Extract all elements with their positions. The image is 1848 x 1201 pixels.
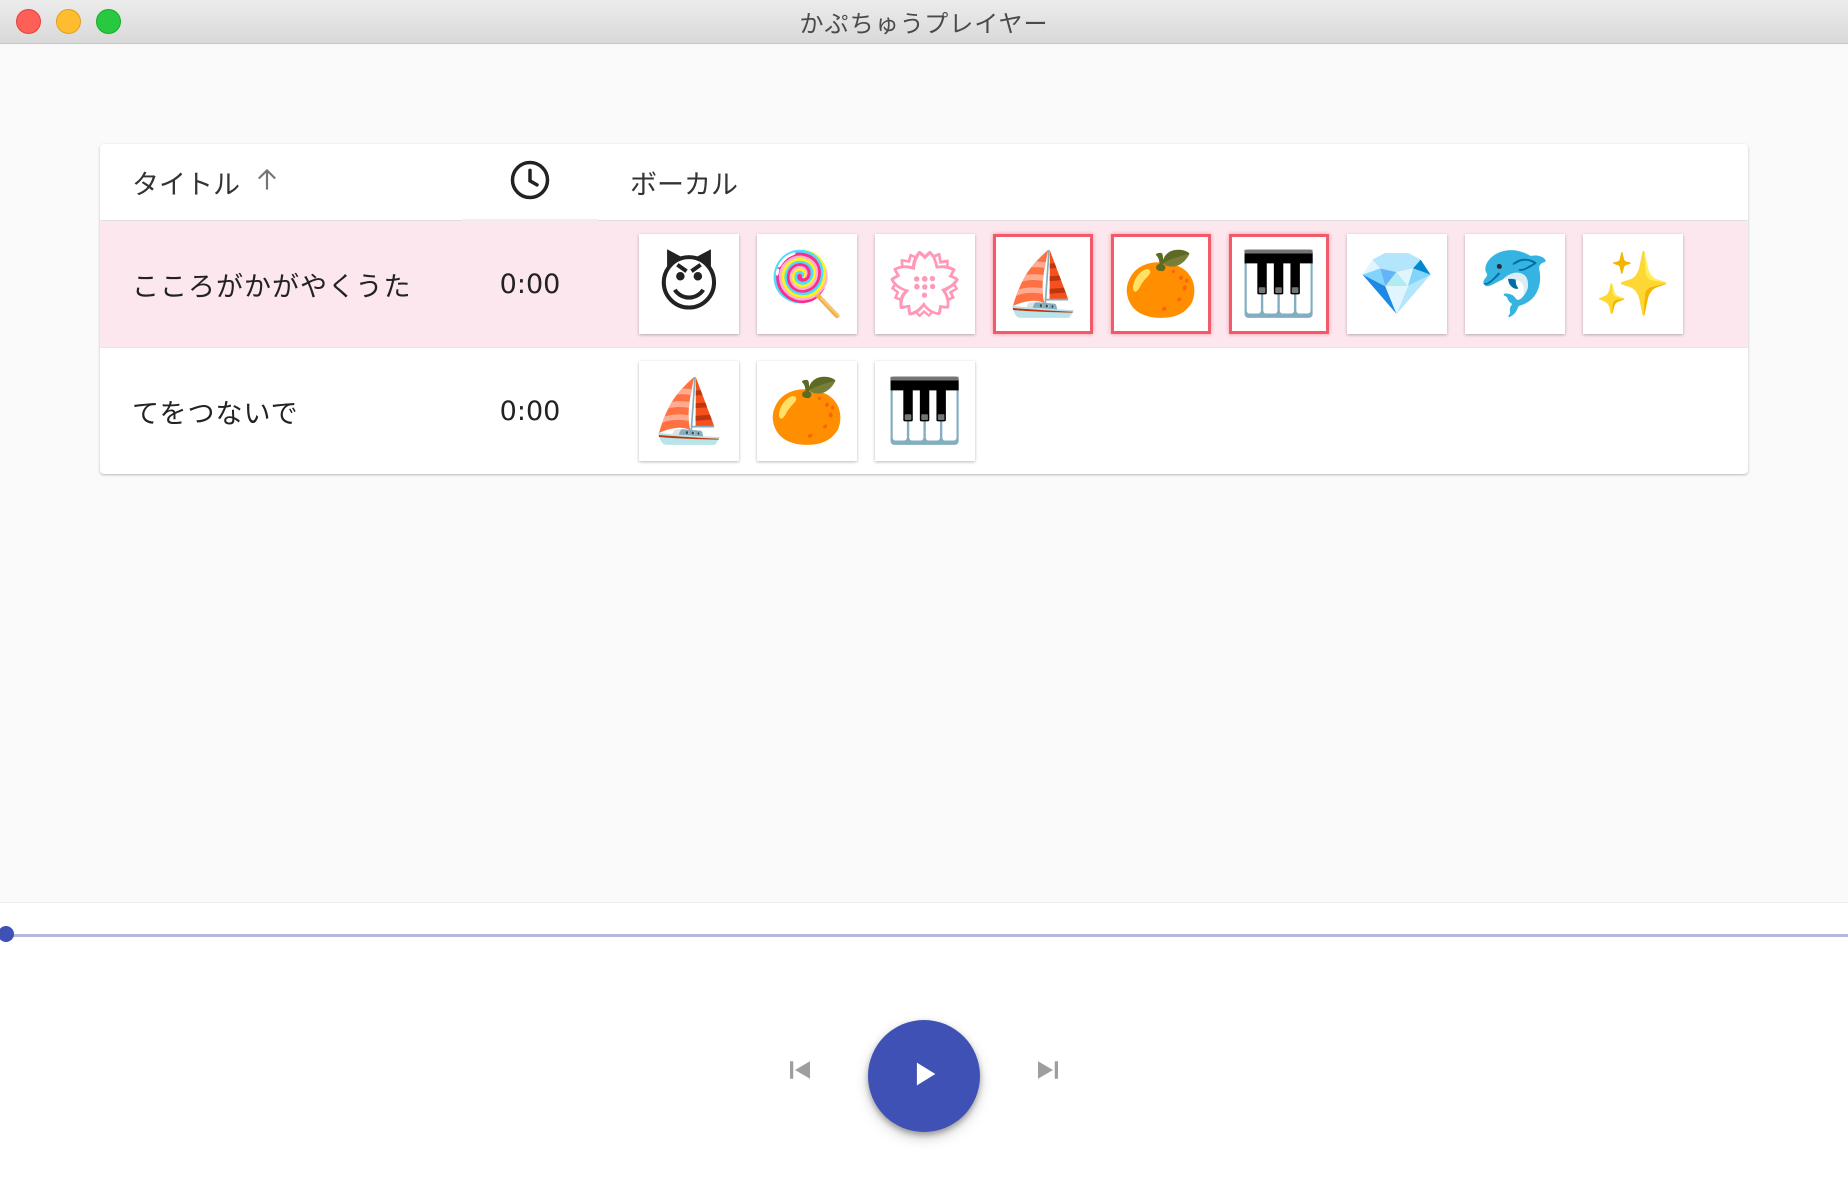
clock-icon (509, 159, 551, 205)
vocal-chip-tangerine[interactable]: 🍊 (1111, 234, 1211, 334)
minimize-window-button[interactable] (56, 9, 81, 34)
seek-thumb[interactable] (0, 926, 14, 942)
app-window: かぷちゅうプレイヤー タイトル ボーカル こころがかがやくうた 0:00 😈 🍭 💮 ⛵ 🍊… (0, 0, 1848, 1201)
table-header: タイトル ボーカル (100, 144, 1748, 221)
vocal-chip-tangerine[interactable]: 🍊 (757, 361, 857, 461)
skip-previous-icon (785, 1055, 815, 1089)
vocal-chip-piano-keyboard[interactable]: 🎹 (1229, 234, 1329, 334)
column-header-time[interactable] (462, 144, 598, 221)
song-title: こころがかがやくうた (132, 271, 412, 303)
column-header-vocal[interactable]: ボーカル (630, 144, 738, 220)
vocal-list: ⛵ 🍊 🎹 (639, 361, 975, 461)
vocal-chip-dolphin[interactable]: 🐬 (1465, 234, 1565, 334)
zoom-window-button[interactable] (96, 9, 121, 34)
seek-track (0, 934, 1848, 937)
skip-next-icon (1033, 1055, 1063, 1089)
vocal-chip-sparkles[interactable]: ✨ (1583, 234, 1683, 334)
song-title: てをつないで (132, 398, 299, 430)
song-table: タイトル ボーカル こころがかがやくうた 0:00 😈 🍭 💮 ⛵ 🍊 🎹 💎 🐬 ✨ てをつないで 0… (100, 144, 1748, 474)
table-row[interactable]: てをつないで 0:00 ⛵ 🍊 🎹 (100, 348, 1748, 474)
seek-slider[interactable] (0, 926, 1848, 944)
vocal-chip-smiling-devil[interactable]: 😈 (639, 234, 739, 334)
column-header-title[interactable]: タイトル (132, 144, 280, 220)
vocal-list: 😈 🍭 💮 ⛵ 🍊 🎹 💎 🐬 ✨ (639, 234, 1683, 334)
window-title: かぷちゅうプレイヤー (799, 10, 1049, 38)
skip-previous-button[interactable] (784, 1056, 816, 1088)
vocal-chip-piano-keyboard[interactable]: 🎹 (875, 361, 975, 461)
play-icon (907, 1057, 941, 1095)
vocal-chip-white-flower-stamp[interactable]: 💮 (875, 234, 975, 334)
play-button[interactable] (868, 1020, 980, 1132)
song-duration: 0:00 (499, 395, 561, 427)
arrow-up-icon (254, 166, 280, 199)
column-header-title-label: タイトル (132, 169, 240, 201)
table-row[interactable]: こころがかがやくうた 0:00 😈 🍭 💮 ⛵ 🍊 🎹 💎 🐬 ✨ (100, 221, 1748, 348)
vocal-chip-gem[interactable]: 💎 (1347, 234, 1447, 334)
title-bar[interactable]: かぷちゅうプレイヤー (0, 0, 1848, 44)
window-controls (16, 9, 121, 34)
close-window-button[interactable] (16, 9, 41, 34)
skip-next-button[interactable] (1032, 1056, 1064, 1088)
vocal-chip-sailboat[interactable]: ⛵ (639, 361, 739, 461)
song-duration: 0:00 (499, 268, 561, 300)
vocal-chip-sailboat[interactable]: ⛵ (993, 234, 1093, 334)
vocal-chip-lollipop[interactable]: 🍭 (757, 234, 857, 334)
table-body: こころがかがやくうた 0:00 😈 🍭 💮 ⛵ 🍊 🎹 💎 🐬 ✨ てをつないで 0:00 ⛵ 🍊 🎹 (100, 221, 1748, 474)
